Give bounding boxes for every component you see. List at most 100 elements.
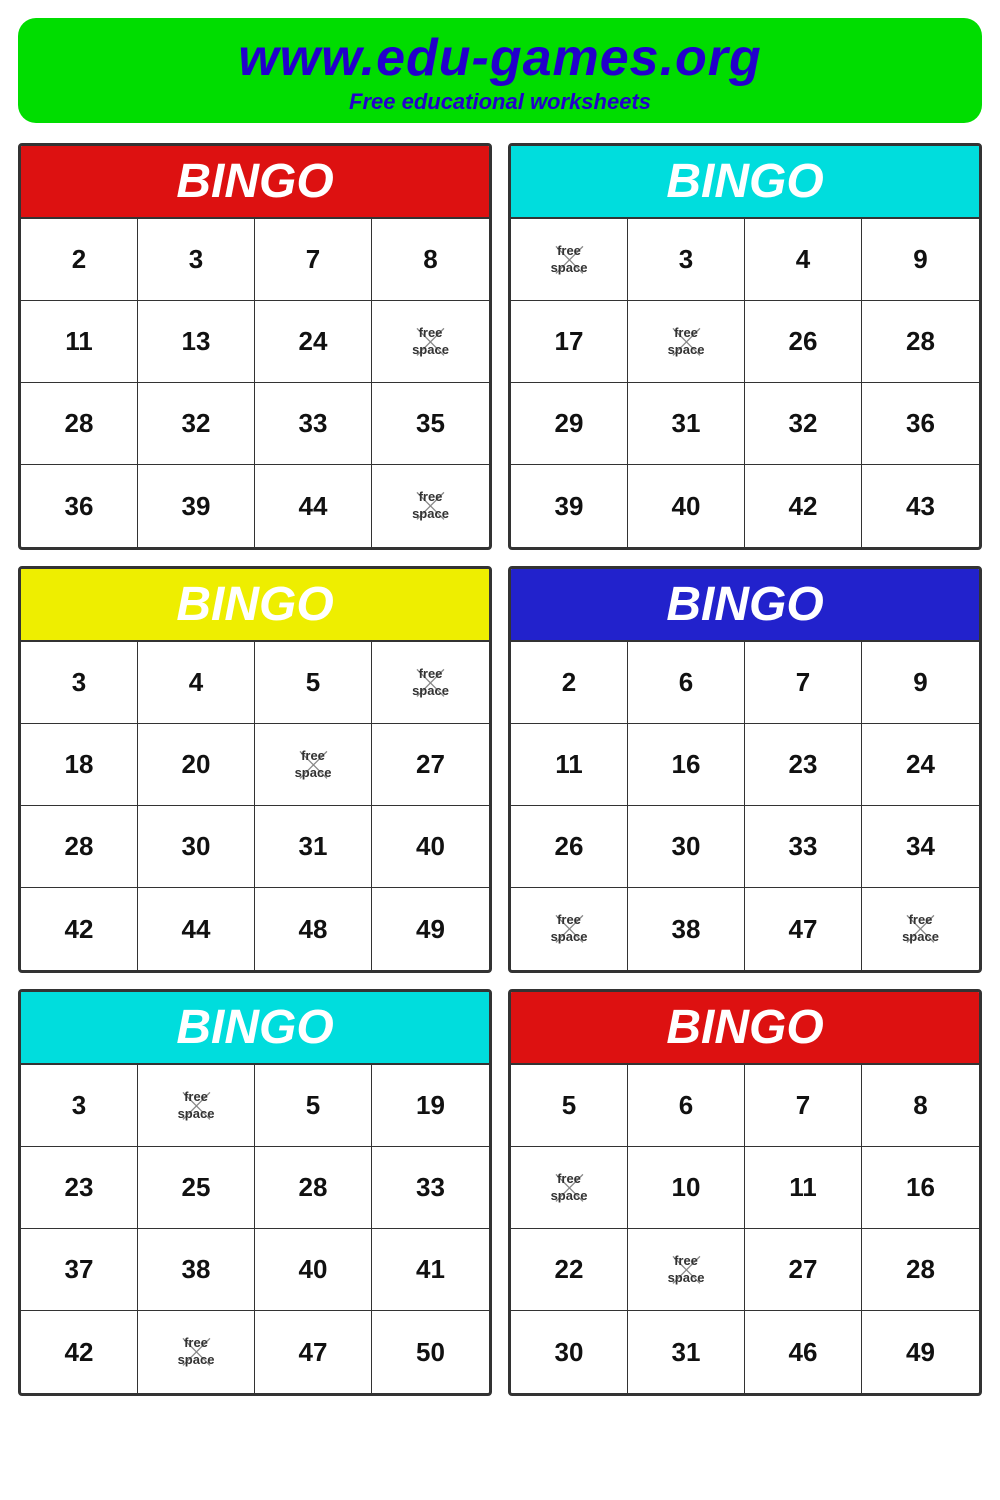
free-space: freespace [412, 666, 449, 700]
bingo-cell: 4 [138, 642, 255, 724]
free-space: freespace [551, 243, 588, 277]
bingo-cell: freespace [372, 465, 489, 547]
bingo-cell: 23 [745, 724, 862, 806]
free-space: freespace [902, 912, 939, 946]
free-space: freespace [178, 1335, 215, 1369]
header-url: www.edu-games.org [28, 30, 972, 87]
bingo-cell: 13 [138, 301, 255, 383]
bingo-cell: 28 [255, 1147, 372, 1229]
bingo-cell: 50 [372, 1311, 489, 1393]
bingo-cell: 17 [511, 301, 628, 383]
bingo-cell: 5 [255, 642, 372, 724]
bingo-cell: 11 [745, 1147, 862, 1229]
bingo-card-card5: BINGO3 freespace 519232528333738404142 f… [18, 989, 492, 1396]
bingo-cell: 37 [21, 1229, 138, 1311]
bingo-cell: 31 [628, 1311, 745, 1393]
bingo-cell: 3 [21, 1065, 138, 1147]
header: www.edu-games.org Free educational works… [18, 18, 982, 123]
bingo-cell: 30 [511, 1311, 628, 1393]
bingo-cell: 3 [138, 219, 255, 301]
bingo-cell: 38 [138, 1229, 255, 1311]
bingo-cell: freespace [138, 1065, 255, 1147]
bingo-cell: 36 [862, 383, 979, 465]
bingo-card-card4: BINGO26791116232426303334 freespace 3847… [508, 566, 982, 973]
bingo-cell: 46 [745, 1311, 862, 1393]
bingo-card-card2: BINGO freespace 34917 freespace 2628 [508, 143, 982, 550]
bingo-cell: freespace [511, 1147, 628, 1229]
bingo-cell: freespace [511, 888, 628, 970]
free-space: freespace [668, 325, 705, 359]
bingo-cell: 7 [745, 1065, 862, 1147]
bingo-cell: 39 [511, 465, 628, 547]
bingo-cell: 44 [255, 465, 372, 547]
bingo-cell: 36 [21, 465, 138, 547]
bingo-cell: 44 [138, 888, 255, 970]
bingo-cell: 28 [862, 1229, 979, 1311]
bingo-cell: 31 [255, 806, 372, 888]
bingo-cell: 33 [255, 383, 372, 465]
bingo-cell: freespace [372, 301, 489, 383]
bingo-cell: 8 [372, 219, 489, 301]
bingo-cell: 4 [745, 219, 862, 301]
bingo-cell: 29 [511, 383, 628, 465]
bingo-card-card6: BINGO5678 freespace 10111622 freespace [508, 989, 982, 1396]
header-subtitle: Free educational worksheets [28, 89, 972, 115]
bingo-cell: 11 [21, 301, 138, 383]
bingo-cell: 5 [255, 1065, 372, 1147]
bingo-cell: 48 [255, 888, 372, 970]
bingo-cell: 35 [372, 383, 489, 465]
free-space: freespace [412, 489, 449, 523]
bingo-title-card4: BINGO [511, 569, 979, 640]
bingo-cell: 3 [21, 642, 138, 724]
bingo-cell: 16 [628, 724, 745, 806]
bingo-grid-card2: freespace 34917 freespace 26282931323639… [511, 217, 979, 547]
bingo-cell: 3 [628, 219, 745, 301]
bingo-title-card5: BINGO [21, 992, 489, 1063]
bingo-title-card3: BINGO [21, 569, 489, 640]
free-space: freespace [295, 748, 332, 782]
bingo-cell: 2 [511, 642, 628, 724]
bingo-card-card3: BINGO345 freespace 1820 freespace 27 [18, 566, 492, 973]
bingo-cell: 6 [628, 1065, 745, 1147]
bingo-cell: 11 [511, 724, 628, 806]
bingo-title-card1: BINGO [21, 146, 489, 217]
bingo-cell: 43 [862, 465, 979, 547]
bingo-cell: 19 [372, 1065, 489, 1147]
bingo-cell: 18 [21, 724, 138, 806]
bingo-cell: 24 [862, 724, 979, 806]
bingo-cell: 8 [862, 1065, 979, 1147]
bingo-cell: 2 [21, 219, 138, 301]
bingo-grid-card5: 3 freespace 519232528333738404142 freesp… [21, 1063, 489, 1393]
bingo-cell: 5 [511, 1065, 628, 1147]
bingo-title-card2: BINGO [511, 146, 979, 217]
bingo-cell: 34 [862, 806, 979, 888]
bingo-cell: 20 [138, 724, 255, 806]
bingo-cell: 27 [745, 1229, 862, 1311]
bingo-cell: freespace [138, 1311, 255, 1393]
bingo-cell: 6 [628, 642, 745, 724]
free-space: freespace [551, 912, 588, 946]
bingo-cell: 49 [862, 1311, 979, 1393]
bingo-cell: 27 [372, 724, 489, 806]
bingo-cell: 25 [138, 1147, 255, 1229]
free-space: freespace [412, 325, 449, 359]
bingo-cell: 39 [138, 465, 255, 547]
bingo-cell: 38 [628, 888, 745, 970]
bingo-cell: 42 [745, 465, 862, 547]
bingo-cell: 7 [745, 642, 862, 724]
bingo-cell: 28 [21, 806, 138, 888]
bingo-cell: freespace [255, 724, 372, 806]
bingo-cell: 49 [372, 888, 489, 970]
bingo-cell: 23 [21, 1147, 138, 1229]
bingo-title-card6: BINGO [511, 992, 979, 1063]
boards-container: BINGO2378111324 freespace 28323335363944… [0, 133, 1000, 1414]
bingo-cell: 32 [745, 383, 862, 465]
free-space: freespace [551, 1171, 588, 1205]
bingo-cell: 47 [745, 888, 862, 970]
bingo-cell: 7 [255, 219, 372, 301]
bingo-cell: 26 [745, 301, 862, 383]
bingo-cell: 42 [21, 888, 138, 970]
bingo-cell: 42 [21, 1311, 138, 1393]
bingo-cell: 41 [372, 1229, 489, 1311]
bingo-cell: 28 [21, 383, 138, 465]
